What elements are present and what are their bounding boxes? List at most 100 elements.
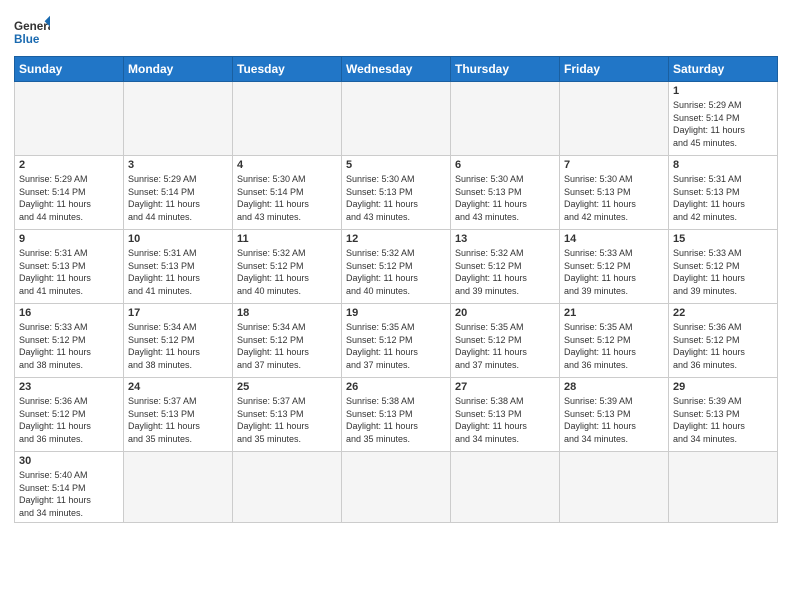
- day-info: Sunrise: 5:39 AM Sunset: 5:13 PM Dayligh…: [673, 395, 773, 445]
- day-number: 5: [346, 159, 446, 171]
- weekday-header-sunday: Sunday: [15, 57, 124, 82]
- day-number: 28: [564, 381, 664, 393]
- day-number: 15: [673, 233, 773, 245]
- calendar-cell: 17 Sunrise: 5:34 AM Sunset: 5:12 PM Dayli…: [124, 304, 233, 378]
- weekday-header-monday: Monday: [124, 57, 233, 82]
- day-number: 18: [237, 307, 337, 319]
- day-info: Sunrise: 5:30 AM Sunset: 5:14 PM Dayligh…: [237, 173, 337, 223]
- day-info: Sunrise: 5:38 AM Sunset: 5:13 PM Dayligh…: [346, 395, 446, 445]
- weekday-header-tuesday: Tuesday: [233, 57, 342, 82]
- calendar-cell: [560, 452, 669, 523]
- day-info: Sunrise: 5:32 AM Sunset: 5:12 PM Dayligh…: [346, 247, 446, 297]
- weekday-header-saturday: Saturday: [669, 57, 778, 82]
- svg-text:General: General: [14, 20, 50, 33]
- calendar-cell: 16 Sunrise: 5:33 AM Sunset: 5:12 PM Dayli…: [15, 304, 124, 378]
- day-info: Sunrise: 5:31 AM Sunset: 5:13 PM Dayligh…: [19, 247, 119, 297]
- day-info: Sunrise: 5:38 AM Sunset: 5:13 PM Dayligh…: [455, 395, 555, 445]
- calendar-cell: 24Sunrise: 5:37 AM Sunset: 5:13 PM Dayli…: [124, 378, 233, 452]
- calendar-cell: [451, 452, 560, 523]
- calendar-cell: [15, 82, 124, 156]
- calendar-cell: 2 Sunrise: 5:29 AM Sunset: 5:14 PM Daylig…: [15, 156, 124, 230]
- calendar-cell: 25Sunrise: 5:37 AM Sunset: 5:13 PM Dayli…: [233, 378, 342, 452]
- day-info: Sunrise: 5:29 AM Sunset: 5:14 PM Dayligh…: [19, 173, 119, 223]
- day-number: 12: [346, 233, 446, 245]
- calendar-cell: 21 Sunrise: 5:35 AM Sunset: 5:12 PM Dayli…: [560, 304, 669, 378]
- calendar-cell: 6 Sunrise: 5:30 AM Sunset: 5:13 PM Daylig…: [451, 156, 560, 230]
- day-number: 13: [455, 233, 555, 245]
- day-info: Sunrise: 5:33 AM Sunset: 5:12 PM Dayligh…: [673, 247, 773, 297]
- calendar-cell: 3 Sunrise: 5:29 AM Sunset: 5:14 PM Daylig…: [124, 156, 233, 230]
- day-info: Sunrise: 5:36 AM Sunset: 5:12 PM Dayligh…: [19, 395, 119, 445]
- day-number: 17: [128, 307, 228, 319]
- day-number: 14: [564, 233, 664, 245]
- day-info: Sunrise: 5:30 AM Sunset: 5:13 PM Dayligh…: [455, 173, 555, 223]
- day-number: 10: [128, 233, 228, 245]
- calendar-table: SundayMondayTuesdayWednesdayThursdayFrid…: [14, 56, 778, 523]
- calendar-cell: [124, 82, 233, 156]
- day-info: Sunrise: 5:29 AM Sunset: 5:14 PM Dayligh…: [673, 99, 773, 149]
- day-number: 29: [673, 381, 773, 393]
- day-info: Sunrise: 5:34 AM Sunset: 5:12 PM Dayligh…: [128, 321, 228, 371]
- calendar-cell: 30Sunrise: 5:40 AM Sunset: 5:14 PM Dayli…: [15, 452, 124, 523]
- calendar-cell: 8Sunrise: 5:31 AM Sunset: 5:13 PM Daylig…: [669, 156, 778, 230]
- day-info: Sunrise: 5:33 AM Sunset: 5:12 PM Dayligh…: [19, 321, 119, 371]
- calendar-cell: 14 Sunrise: 5:33 AM Sunset: 5:12 PM Dayli…: [560, 230, 669, 304]
- day-number: 16: [19, 307, 119, 319]
- day-number: 20: [455, 307, 555, 319]
- day-info: Sunrise: 5:29 AM Sunset: 5:14 PM Dayligh…: [128, 173, 228, 223]
- page: General Blue SundayMondayTuesdayWednesda…: [0, 0, 792, 533]
- header: General Blue: [14, 10, 778, 50]
- calendar-cell: [342, 452, 451, 523]
- calendar-cell: 12 Sunrise: 5:32 AM Sunset: 5:12 PM Dayli…: [342, 230, 451, 304]
- calendar-cell: 5 Sunrise: 5:30 AM Sunset: 5:13 PM Daylig…: [342, 156, 451, 230]
- weekday-header-row: SundayMondayTuesdayWednesdayThursdayFrid…: [15, 57, 778, 82]
- day-info: Sunrise: 5:35 AM Sunset: 5:12 PM Dayligh…: [564, 321, 664, 371]
- logo-area: General Blue: [14, 14, 50, 50]
- calendar-week-5: 23 Sunrise: 5:36 AM Sunset: 5:12 PM Dayli…: [15, 378, 778, 452]
- day-info: Sunrise: 5:31 AM Sunset: 5:13 PM Dayligh…: [128, 247, 228, 297]
- day-info: Sunrise: 5:35 AM Sunset: 5:12 PM Dayligh…: [346, 321, 446, 371]
- day-number: 3: [128, 159, 228, 171]
- calendar-cell: 27 Sunrise: 5:38 AM Sunset: 5:13 PM Dayli…: [451, 378, 560, 452]
- day-info: Sunrise: 5:37 AM Sunset: 5:13 PM Dayligh…: [128, 395, 228, 445]
- day-info: Sunrise: 5:39 AM Sunset: 5:13 PM Dayligh…: [564, 395, 664, 445]
- calendar-cell: [451, 82, 560, 156]
- calendar-cell: 13 Sunrise: 5:32 AM Sunset: 5:12 PM Dayli…: [451, 230, 560, 304]
- calendar-week-2: 2 Sunrise: 5:29 AM Sunset: 5:14 PM Daylig…: [15, 156, 778, 230]
- svg-text:Blue: Blue: [14, 33, 40, 46]
- day-number: 30: [19, 455, 119, 467]
- calendar-cell: 1 Sunrise: 5:29 AM Sunset: 5:14 PM Daylig…: [669, 82, 778, 156]
- day-number: 8: [673, 159, 773, 171]
- day-number: 9: [19, 233, 119, 245]
- day-info: Sunrise: 5:30 AM Sunset: 5:13 PM Dayligh…: [564, 173, 664, 223]
- calendar-cell: 4Sunrise: 5:30 AM Sunset: 5:14 PM Daylig…: [233, 156, 342, 230]
- day-info: Sunrise: 5:33 AM Sunset: 5:12 PM Dayligh…: [564, 247, 664, 297]
- day-number: 11: [237, 233, 337, 245]
- generalblue-logo-icon: General Blue: [14, 14, 50, 50]
- day-number: 19: [346, 307, 446, 319]
- day-number: 27: [455, 381, 555, 393]
- calendar-cell: 7 Sunrise: 5:30 AM Sunset: 5:13 PM Daylig…: [560, 156, 669, 230]
- day-number: 2: [19, 159, 119, 171]
- weekday-header-thursday: Thursday: [451, 57, 560, 82]
- calendar-cell: 9 Sunrise: 5:31 AM Sunset: 5:13 PM Daylig…: [15, 230, 124, 304]
- calendar-cell: [342, 82, 451, 156]
- day-number: 6: [455, 159, 555, 171]
- calendar-week-4: 16 Sunrise: 5:33 AM Sunset: 5:12 PM Dayli…: [15, 304, 778, 378]
- day-info: Sunrise: 5:30 AM Sunset: 5:13 PM Dayligh…: [346, 173, 446, 223]
- calendar-cell: 23 Sunrise: 5:36 AM Sunset: 5:12 PM Dayli…: [15, 378, 124, 452]
- weekday-header-wednesday: Wednesday: [342, 57, 451, 82]
- day-number: 23: [19, 381, 119, 393]
- calendar-cell: 26 Sunrise: 5:38 AM Sunset: 5:13 PM Dayli…: [342, 378, 451, 452]
- day-number: 1: [673, 85, 773, 97]
- calendar-cell: [560, 82, 669, 156]
- calendar-week-6: 30Sunrise: 5:40 AM Sunset: 5:14 PM Dayli…: [15, 452, 778, 523]
- calendar-cell: 28 Sunrise: 5:39 AM Sunset: 5:13 PM Dayli…: [560, 378, 669, 452]
- day-info: Sunrise: 5:32 AM Sunset: 5:12 PM Dayligh…: [455, 247, 555, 297]
- day-number: 7: [564, 159, 664, 171]
- day-number: 26: [346, 381, 446, 393]
- day-number: 21: [564, 307, 664, 319]
- calendar-cell: 11Sunrise: 5:32 AM Sunset: 5:12 PM Dayli…: [233, 230, 342, 304]
- day-number: 25: [237, 381, 337, 393]
- calendar-cell: 20Sunrise: 5:35 AM Sunset: 5:12 PM Dayli…: [451, 304, 560, 378]
